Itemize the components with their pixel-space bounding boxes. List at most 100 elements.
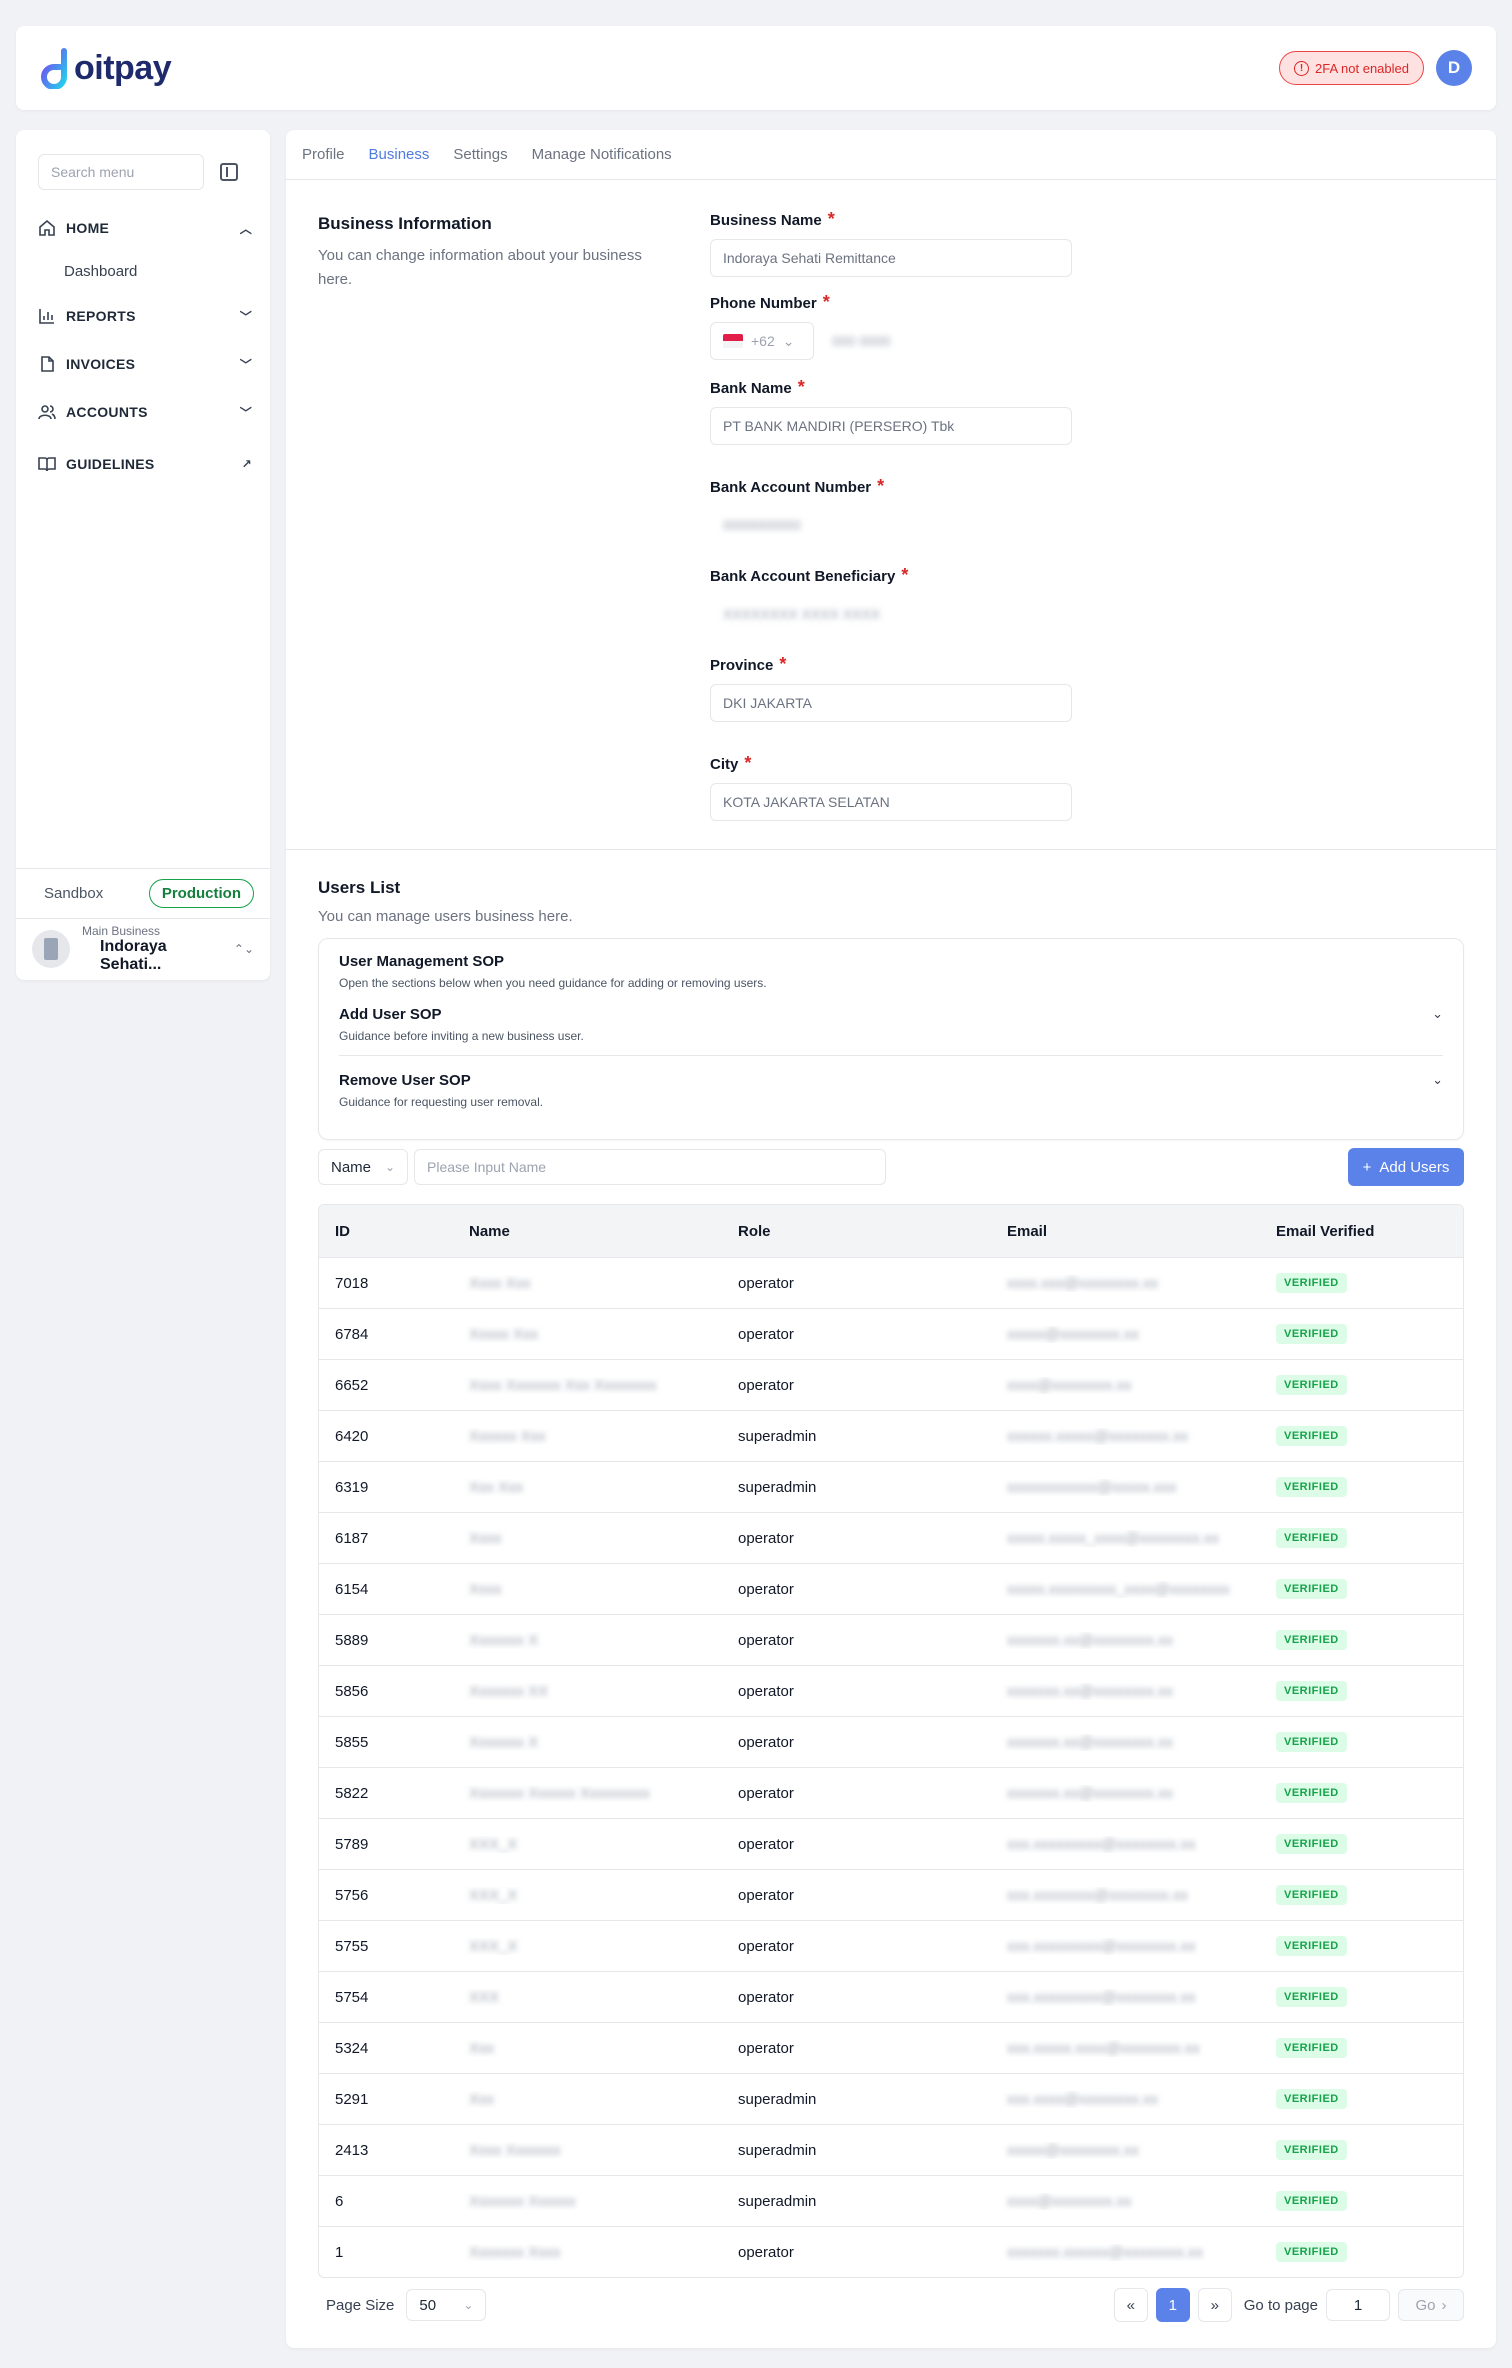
cell-text: 6187: [335, 1529, 369, 1547]
chevron-down-icon: ⌄: [1432, 1072, 1443, 1087]
sidebar: Search menu HOME ︿ Dashboard REPORTS ﹀ I…: [16, 130, 270, 980]
table-row: 5756 XXX_X operator xxx.xxxxxxxx@xxxxxxxx.x…: [319, 1869, 1463, 1920]
cell-text: operator: [738, 1733, 794, 1751]
table-row: 6420 Xxxxxx Xxx superadmin xxxxxx.xxxxx@xxx…: [319, 1410, 1463, 1461]
add-users-button[interactable]: + Add Users: [1348, 1148, 1464, 1186]
verified-badge: VERIFIED: [1276, 1630, 1347, 1650]
cell-verified: VERIFIED: [1260, 1426, 1463, 1446]
sidebar-item-accounts[interactable]: ACCOUNTS ﹀: [38, 390, 252, 434]
cell-name: Xxxxxxx Xxxxxx Xxxxxxxxx: [453, 1785, 722, 1802]
cell-text: xxxx@xxxxxxxx.xx: [1007, 2192, 1132, 2210]
filter-field-select[interactable]: Name ⌄: [318, 1149, 408, 1185]
cell-text: xxxxxxxxxxxx@xxxxx.xxx: [1007, 1478, 1177, 1496]
required-asterisk: *: [877, 476, 885, 496]
cell-role: operator: [722, 1377, 991, 1394]
tab-settings[interactable]: Settings: [453, 130, 507, 180]
page-size-select[interactable]: 50 ⌄: [406, 2289, 487, 2321]
sidebar-item-guidelines[interactable]: GUIDELINES ↗: [38, 442, 252, 486]
sidebar-item-dashboard[interactable]: Dashboard: [38, 250, 252, 292]
tab-manage-notifications[interactable]: Manage Notifications: [532, 130, 672, 180]
phone-country-select[interactable]: +62 ⌄: [710, 322, 814, 360]
users-title: Users List: [318, 878, 401, 897]
doitpay-logo[interactable]: oitpay: [40, 47, 172, 89]
business-name-field[interactable]: Indoraya Sehati Remittance: [710, 239, 1072, 277]
cell-name: Xxxxxxx XX: [453, 1683, 722, 1700]
env-sandbox-option[interactable]: Sandbox: [44, 885, 103, 902]
verified-badge: VERIFIED: [1276, 1885, 1347, 1905]
verified-badge: VERIFIED: [1276, 1324, 1347, 1344]
province-field[interactable]: DKI JAKARTA: [710, 684, 1072, 722]
cell-verified: VERIFIED: [1260, 1681, 1463, 1701]
twofa-warning-badge[interactable]: ! 2FA not enabled: [1279, 51, 1424, 85]
cell-text: xxxxxxx.xx@xxxxxxxx.xx: [1007, 1784, 1174, 1802]
cell-role: operator: [722, 1683, 991, 1700]
table-row: 1 Xxxxxxx Xxxx operator xxxxxxx.xxxxxx@xxxx…: [319, 2226, 1463, 2277]
column-header: Role: [738, 1222, 771, 1240]
env-production-option[interactable]: Production: [148, 879, 254, 908]
search-menu-input[interactable]: Search menu: [38, 154, 204, 190]
cell-verified: VERIFIED: [1260, 1324, 1463, 1344]
cell-name: Xxxx Xxxxxxx Xxx Xxxxxxxx: [453, 1377, 722, 1394]
cell-text: xxxxx@xxxxxxxx.xx: [1007, 2141, 1139, 2159]
cell-email: xxxxxxx.xx@xxxxxxxx.xx: [991, 1632, 1260, 1649]
tab-profile[interactable]: Profile: [302, 130, 345, 180]
goto-page-input[interactable]: 1: [1326, 2289, 1390, 2321]
column-header: Name: [469, 1222, 510, 1240]
cell-id: 5889: [319, 1632, 453, 1649]
cell-text: 5789: [335, 1835, 369, 1853]
bank-name-field[interactable]: PT BANK MANDIRI (PERSERO) Tbk: [710, 407, 1072, 445]
sidebar-collapse-icon[interactable]: [220, 163, 238, 181]
indonesia-flag-icon: [723, 334, 743, 348]
cell-text: XXX_X: [469, 1937, 518, 1955]
bank-beneficiary-field[interactable]: XXXXXXXX XXXX XXXX: [710, 595, 1072, 633]
sidebar-item-reports[interactable]: REPORTS ﹀: [38, 294, 252, 338]
last-page-button[interactable]: »: [1197, 2288, 1232, 2322]
pagination: Page Size 50 ⌄ « 1 » Go to page 1 Go ›: [318, 2288, 1464, 2322]
chevron-right-icon: ›: [1441, 2296, 1447, 2314]
field-label: City: [710, 756, 739, 773]
sop-item-subtitle: Guidance for requesting user removal.: [339, 1095, 544, 1109]
sop-add-user[interactable]: Add User SOP Guidance before inviting a …: [339, 990, 1443, 1055]
user-avatar[interactable]: D: [1436, 50, 1472, 86]
cell-text: operator: [738, 1937, 794, 1955]
business-switcher[interactable]: Main Business Indoraya Sehati... ⌃⌄: [16, 918, 270, 978]
verified-badge: VERIFIED: [1276, 1273, 1347, 1293]
tab-business[interactable]: Business: [369, 130, 430, 180]
cell-email: xxxxxx.xxxxx@xxxxxxxx.xx: [991, 1428, 1260, 1445]
sop-remove-user[interactable]: Remove User SOP Guidance for requesting …: [339, 1055, 1443, 1121]
bank-account-number-field[interactable]: 0000000000: [710, 506, 1072, 544]
settings-tabs: Profile Business Settings Manage Notific…: [286, 130, 1496, 180]
cell-text: XXX_X: [469, 1835, 518, 1853]
page-button[interactable]: 1: [1155, 2288, 1190, 2322]
city-field[interactable]: KOTA JAKARTA SELATAN: [710, 783, 1072, 821]
sidebar-item-home[interactable]: HOME ︿: [38, 206, 252, 250]
cell-text: 5324: [335, 2039, 369, 2057]
first-page-button[interactable]: «: [1113, 2288, 1148, 2322]
sidebar-item-invoices[interactable]: INVOICES ﹀: [38, 342, 252, 386]
cell-id: 5754: [319, 1989, 453, 2006]
users-filter-row: Name ⌄ Please Input Name + Add Users: [318, 1148, 1464, 1186]
cell-role: superadmin: [722, 1428, 991, 1445]
section-title: Business Information: [318, 214, 492, 233]
cell-email: xxxxxxxxxxxx@xxxxx.xxx: [991, 1479, 1260, 1496]
cell-id: 5789: [319, 1836, 453, 1853]
cell-name: XXX_X: [453, 1836, 722, 1853]
cell-name: Xxxx: [453, 1581, 722, 1598]
chevron-down-icon: ⌄: [384, 1160, 395, 1174]
required-asterisk: *: [797, 377, 805, 397]
cell-verified: VERIFIED: [1260, 1528, 1463, 1548]
cell-role: superadmin: [722, 1479, 991, 1496]
verified-badge: VERIFIED: [1276, 1375, 1347, 1395]
cell-text: xxxxxx.xxxxx@xxxxxxxx.xx: [1007, 1427, 1189, 1445]
alert-circle-icon: !: [1294, 60, 1310, 76]
cell-email: xxx.xxxxxxxxx@xxxxxxxx.xx: [991, 1836, 1260, 1853]
business-avatar: [32, 929, 70, 968]
cell-role: operator: [722, 2244, 991, 2261]
cell-role: operator: [722, 1326, 991, 1343]
goto-label: Go to page: [1243, 2296, 1318, 2314]
cell-text: 5856: [335, 1682, 369, 1700]
phone-number-field[interactable]: 000 0000: [826, 322, 1072, 360]
sidebar-item-label: INVOICES: [66, 356, 136, 372]
filter-name-input[interactable]: Please Input Name: [414, 1149, 886, 1185]
go-button[interactable]: Go ›: [1398, 2289, 1464, 2321]
